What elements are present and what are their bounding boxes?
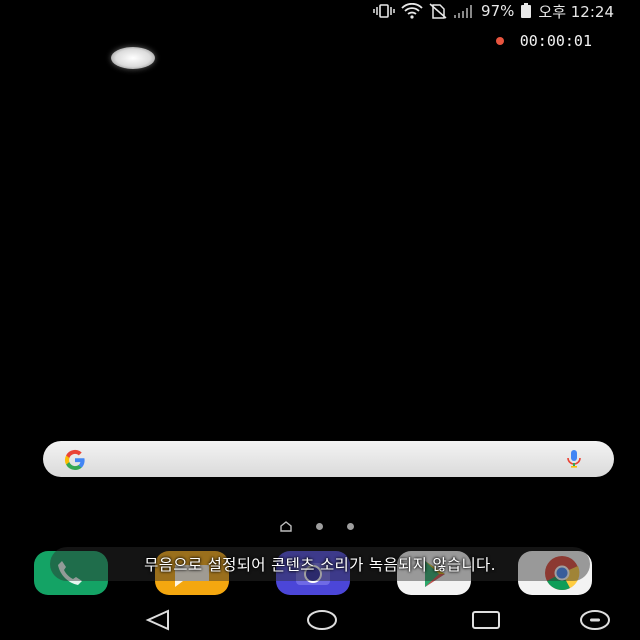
page-dot	[347, 523, 354, 530]
recording-timer: 00:00:01	[519, 32, 592, 50]
clock: 오후 12:24	[538, 2, 614, 21]
page-dot	[316, 523, 323, 530]
touch-indicator	[111, 47, 155, 69]
recording-dot-icon	[495, 37, 504, 45]
home-button[interactable]	[302, 609, 342, 635]
notification-button[interactable]	[575, 609, 615, 635]
battery-icon	[520, 3, 532, 19]
back-button[interactable]	[138, 609, 178, 635]
page-indicator	[280, 517, 354, 536]
notification-dot-icon	[578, 609, 612, 635]
status-bar: 97% 오후 12:24	[0, 0, 640, 22]
toast-text: 무음으로 설정되어 콘텐츠 소리가 녹음되지 않습니다.	[144, 556, 496, 574]
toast-message: 무음으로 설정되어 콘텐츠 소리가 녹음되지 않습니다.	[50, 547, 590, 581]
recents-button[interactable]	[466, 609, 506, 635]
home-page-indicator-icon	[280, 517, 292, 536]
google-search-bar[interactable]	[43, 441, 614, 477]
signal-icon	[453, 4, 475, 18]
recording-indicator[interactable]: 00:00:01	[495, 32, 592, 50]
no-sim-icon	[429, 3, 447, 19]
home-icon	[305, 609, 339, 635]
back-icon	[144, 609, 172, 635]
recents-icon	[470, 609, 502, 635]
google-g-icon	[63, 448, 87, 476]
battery-percent: 97%	[481, 2, 515, 20]
vibrate-icon	[373, 4, 395, 18]
navigation-bar	[0, 603, 640, 640]
wifi-icon	[401, 3, 423, 19]
microphone-icon[interactable]	[566, 449, 582, 473]
